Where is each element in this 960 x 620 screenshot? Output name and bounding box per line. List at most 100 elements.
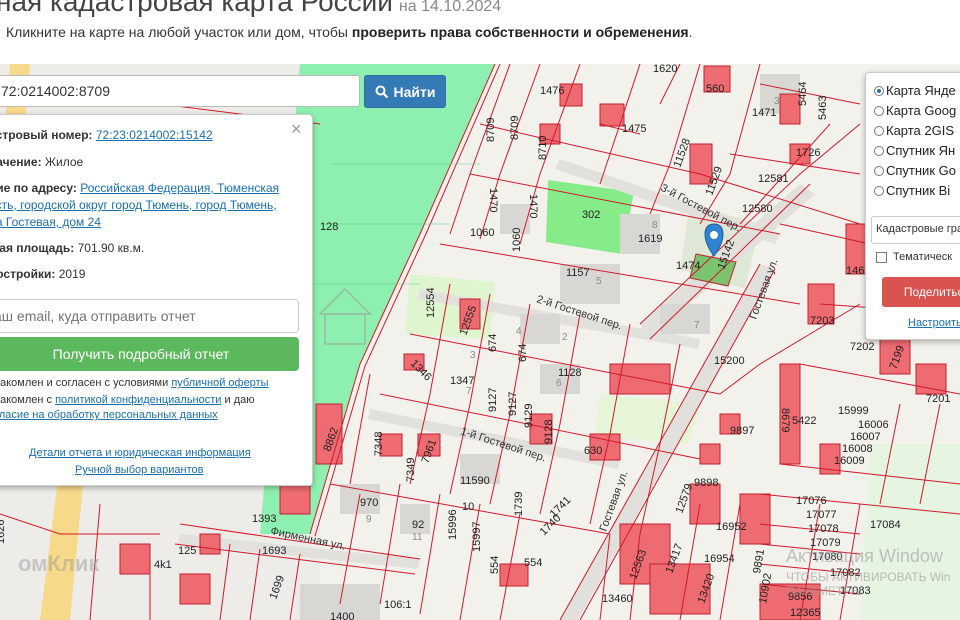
house-number-label: 2 xyxy=(562,332,568,343)
parcel-number-label: 1620 xyxy=(653,64,677,75)
parcel-number-label: 16006 xyxy=(858,419,889,431)
parcel-number-label: 17077 xyxy=(806,509,837,521)
personal-data-link[interactable]: огласие на обработку персональных данных xyxy=(0,409,218,421)
parcel-number-label: 15200 xyxy=(714,355,745,367)
parcel-number-label: 1471 xyxy=(752,107,776,119)
instruction-bold: проверить права собственности и обремене… xyxy=(351,24,689,40)
manual-choice-link[interactable]: Ручной выбор вариантов xyxy=(75,464,203,476)
parcel-number-label: 8709 xyxy=(509,116,521,140)
layer-option-google-satellite[interactable]: Спутник Go xyxy=(874,163,956,178)
address-link-line2[interactable]: асть, городской округ город Тюмень, горо… xyxy=(0,198,277,212)
year-label: постройки: xyxy=(0,267,56,281)
address-link-line3[interactable]: ца Гостевая, дом 24 xyxy=(0,215,101,229)
page-date: на 14.10.2024 xyxy=(398,0,502,15)
radio-icon[interactable] xyxy=(874,165,884,176)
layer-option-2gis-map[interactable]: Карта 2GIS xyxy=(874,123,954,138)
parcel-number-label: 12581 xyxy=(758,173,789,185)
parcel-number-label: 8709 xyxy=(485,118,497,142)
address-label: ние по адресу: xyxy=(0,181,77,195)
parcel-number-label: 12580 xyxy=(742,203,773,215)
house-number-label: 5 xyxy=(596,276,602,287)
layer-option-google-map[interactable]: Карта Goog xyxy=(874,103,956,118)
address-row-3: ца Гостевая, дом 24 xyxy=(0,215,101,229)
parcel-number-label: 16008 xyxy=(842,443,873,455)
get-report-button[interactable]: Получить подробный отчет xyxy=(0,337,299,371)
public-offer-link[interactable]: публичной оферты xyxy=(171,377,268,389)
layer-label: Карта Янде xyxy=(886,83,956,98)
cadastral-layer-select[interactable]: Кадастровые гра xyxy=(871,216,960,244)
get-report-label: Получить подробный отчет xyxy=(52,346,230,362)
parcel-number-label: 1474 xyxy=(676,260,700,272)
parcel-number-label: 17076 xyxy=(796,495,827,507)
layer-label: Карта 2GIS xyxy=(886,123,955,138)
area-row: щая площадь: 701.90 кв.м. xyxy=(0,241,144,255)
parcel-number-label: 5463 xyxy=(817,96,829,120)
find-button-label: Найти xyxy=(393,83,436,100)
parcel-number-label: 17078 xyxy=(808,523,839,535)
house-number-label: 6 xyxy=(556,378,562,389)
parcel-number-label: 15999 xyxy=(838,405,869,417)
share-button-label: Поделиться xyxy=(903,285,960,299)
title-bar: ная кадастровая карта России на 14.10.202… xyxy=(0,0,960,20)
report-details-link[interactable]: Детали отчета и юридическая информация xyxy=(29,447,251,459)
parcel-number-label: 674 xyxy=(517,344,529,362)
search-icon xyxy=(375,85,388,98)
windows-activation-subtext: ЧТОБЫ АКТИВИРОВАТЬ Win ПАРАМЕТРЫ xyxy=(786,570,950,598)
parcel-number-label: 9897 xyxy=(730,425,754,437)
parcel-number-label: 16009 xyxy=(834,455,865,467)
parcel-number-label: 17084 xyxy=(870,519,901,531)
parcel-number-label: 13460 xyxy=(602,593,633,605)
cad-number-link[interactable]: 72:23:0214002:15142 xyxy=(96,128,213,142)
parcel-number-label: 5422 xyxy=(792,415,816,427)
parcel-number-label: 92 xyxy=(412,519,424,531)
parcel-number-label: 1060 xyxy=(470,227,494,239)
parcel-number-label: 554 xyxy=(524,557,542,569)
radio-icon[interactable] xyxy=(874,105,884,116)
address-row-2: асть, городской округ город Тюмень, горо… xyxy=(0,198,277,212)
layer-option-yandex-map[interactable]: Карта Янде xyxy=(874,83,956,98)
parcel-number-label: 1626 xyxy=(0,520,7,544)
parcel-number-label: 8679 xyxy=(779,408,791,432)
instruction-text: Кликните на карте на любой участок или д… xyxy=(6,24,693,40)
area-label: щая площадь: xyxy=(0,241,75,255)
address-link-line1[interactable]: Российская Федерация, Тюменская xyxy=(80,181,279,195)
close-icon[interactable]: × xyxy=(291,119,302,140)
parcel-number-label: 128 xyxy=(320,221,338,233)
radio-icon[interactable] xyxy=(874,145,884,156)
thematic-label: Тематическ xyxy=(893,251,953,263)
parcel-number-label: 1470 xyxy=(527,194,539,218)
thematic-checkbox-row[interactable]: Тематическ xyxy=(876,251,952,263)
parcel-number-label: 9129 xyxy=(523,404,535,428)
radio-icon[interactable] xyxy=(874,125,884,136)
parcel-number-label: 12365 xyxy=(790,607,821,619)
offer-consent-text: знакомлен и согласен с условиями xyxy=(0,377,172,389)
search-input[interactable] xyxy=(0,75,360,107)
radio-icon[interactable] xyxy=(874,185,884,196)
thematic-checkbox[interactable] xyxy=(876,251,887,263)
parcel-number-label: 9128 xyxy=(543,420,555,444)
layer-option-bing-satellite[interactable]: Спутник Bi xyxy=(874,183,950,198)
email-field[interactable] xyxy=(0,299,299,333)
parcel-number-label: 12554 xyxy=(425,287,437,318)
settings-link[interactable]: Настроить xyxy=(908,317,960,329)
parcel-number-label: 11590 xyxy=(460,475,490,487)
parcel-number-label: 1739 xyxy=(513,492,525,516)
share-button[interactable]: Поделиться xyxy=(882,277,960,307)
find-button[interactable]: Найти xyxy=(364,75,446,108)
parcel-number-label: 8710 xyxy=(537,136,549,160)
windows-activation-watermark: Активация Window xyxy=(786,546,943,566)
privacy-policy-link[interactable]: политикой конфиденциальности xyxy=(55,394,221,406)
offer-consent-row[interactable]: знакомлен и согласен с условиями публичн… xyxy=(0,377,269,389)
purpose-row: начение: Жилое xyxy=(0,155,83,169)
layer-option-yandex-satellite[interactable]: Спутник Ян xyxy=(874,143,955,158)
layer-label: Спутник Bi xyxy=(886,183,951,198)
map-logo: омКлик xyxy=(18,551,100,576)
parcel-number-label: 1693 xyxy=(262,545,286,557)
privacy-consent-row[interactable]: знакомлен с политикой конфиденциальности… xyxy=(0,394,254,406)
parcel-number-label: 5464 xyxy=(797,82,809,106)
house-number-label: 4 xyxy=(516,326,522,337)
parcel-number-label: 15996 xyxy=(447,509,459,540)
parcel-number-label: 1470 xyxy=(487,188,499,212)
house-number-label: 9 xyxy=(366,514,372,525)
radio-icon[interactable] xyxy=(874,85,884,96)
